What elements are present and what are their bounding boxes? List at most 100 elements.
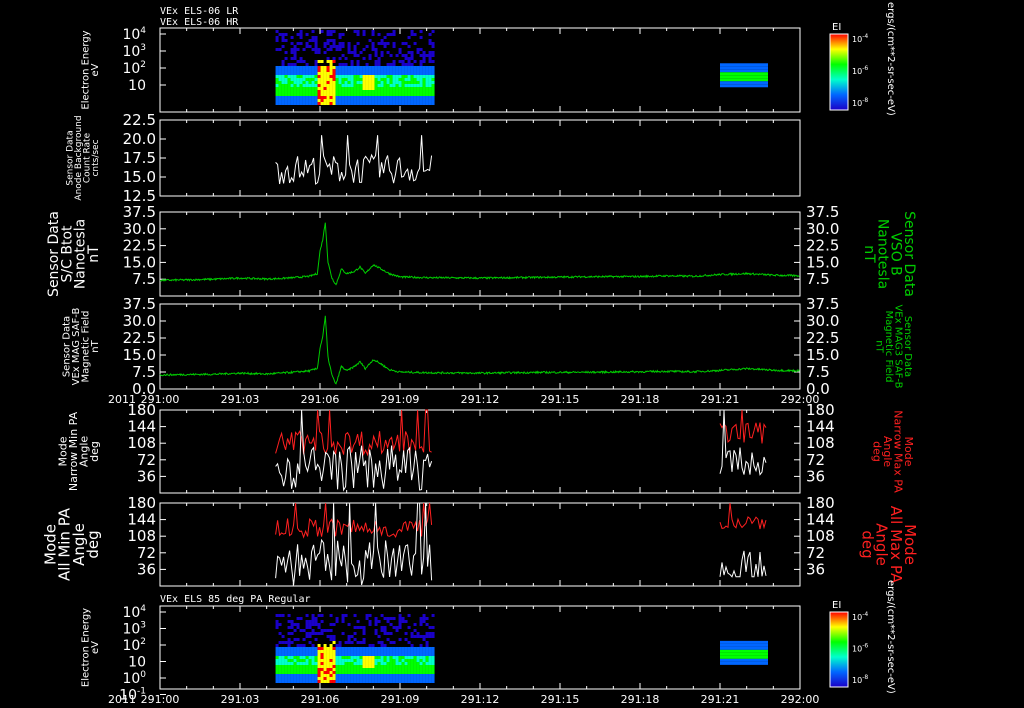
x-year-label: 2011 [108,693,136,706]
spectrogram-cell [296,656,300,659]
spectrogram-cell [299,81,303,84]
spectrogram-cell [741,655,744,659]
spectrogram-cell [389,659,393,662]
spectrogram-cell [765,661,768,665]
spectrogram-cell [350,671,354,674]
spectrogram-cell [410,57,414,60]
spectrogram-cell [290,662,294,665]
spectrogram-cell [401,90,405,93]
spectrogram-cell [347,650,351,653]
spectrogram-cell [419,93,423,96]
spectrogram-cell [311,78,315,81]
spectrogram-cell [738,78,741,82]
spectrogram-cell [377,680,381,683]
spectrogram-cell [720,646,723,650]
spectrogram-cell [293,45,297,48]
spectrogram-cell [344,66,348,69]
x-tick-label: 291:09 [381,393,420,406]
spectrogram-cell [284,39,288,42]
spectrogram-cell [314,69,318,72]
spectrogram-cell [371,644,375,647]
spectrogram-cell [410,656,414,659]
spectrogram-cell [347,69,351,72]
spectrogram-cell [416,665,420,668]
spectrogram-cell [278,99,282,102]
spectrogram-cell [723,655,726,659]
spectrogram-cell [362,69,366,72]
spectrogram-cell [431,90,435,93]
x-tick-label: 291:12 [461,393,500,406]
spectrogram-cell [356,647,360,650]
spectrogram-cell [290,81,294,84]
y-axis-label: Sensor DataAnode BackgroundCount Ratecnt… [65,115,101,200]
spectrogram-cell [371,665,375,668]
spectrogram-cell [317,647,321,650]
spectrogram-cell [329,650,333,653]
spectrogram-cell [371,90,375,93]
spectrogram-cell [365,75,369,78]
spectrogram-cell [392,99,396,102]
spectrogram-cell [281,63,285,66]
spectrogram-cell [329,48,333,51]
spectrogram-cell [344,78,348,81]
spectrogram-cell [413,629,417,632]
spectrogram-cell [350,90,354,93]
spectrogram-cell [344,668,348,671]
spectrogram-cell [383,81,387,84]
spectrogram-cell [305,75,309,78]
spectrogram-cell [350,653,354,656]
spectrogram-cell [353,93,357,96]
spectrogram-cell [735,72,738,76]
spectrogram-cell [299,662,303,665]
spectrogram-cell [392,90,396,93]
spectrogram-cell [422,620,426,623]
spectrogram-cell [735,661,738,665]
spectrogram-cell [726,84,729,88]
spectrogram-cell [317,99,321,102]
spectrogram-cell [344,96,348,99]
spectrogram-cell [425,668,429,671]
spectrogram-cell [401,54,405,57]
spectrogram-cell [296,647,300,650]
spectrogram-cell [404,63,408,66]
spectrogram-cell [368,647,372,650]
spectrogram-cell [392,656,396,659]
spectrogram-cell [362,57,366,60]
spectrogram-cell [281,87,285,90]
spectrogram-cell [320,662,324,665]
spectrogram-cell [308,650,312,653]
spectrogram-cell [750,652,753,656]
spectrogram-cell [284,680,288,683]
spectrogram-cell [407,674,411,677]
spectrogram-cell [326,39,330,42]
spectrogram-cell [747,63,750,67]
spectrogram-cell [368,623,372,626]
spectrogram-cell [380,680,384,683]
spectrogram-cell [326,662,330,665]
spectrogram-cell [299,656,303,659]
spectrogram-cell [296,644,300,647]
spectrogram-cell [398,668,402,671]
spectrogram-cell [356,66,360,69]
spectrogram-cell [353,653,357,656]
spectrogram-cell [407,102,411,105]
spectrogram-cell [401,87,405,90]
spectrogram-cell [392,30,396,33]
spectrogram-cell [353,48,357,51]
spectrogram-cell [386,102,390,105]
spectrogram-cell [341,620,345,623]
spectrogram-cell [395,72,399,75]
spectrogram-cell [392,641,396,644]
spectrogram-cell [765,69,768,73]
spectrogram-cell [365,81,369,84]
spectrogram-cell [275,677,279,680]
spectrogram-cell [326,78,330,81]
spectrogram-cell [317,84,321,87]
series-line [275,502,433,586]
spectrogram-cell [338,680,342,683]
spectrogram-cell [392,75,396,78]
spectrogram-cell [281,647,285,650]
spectrogram-cell [762,66,765,70]
spectrogram-cell [275,84,279,87]
spectrogram-cell [359,72,363,75]
